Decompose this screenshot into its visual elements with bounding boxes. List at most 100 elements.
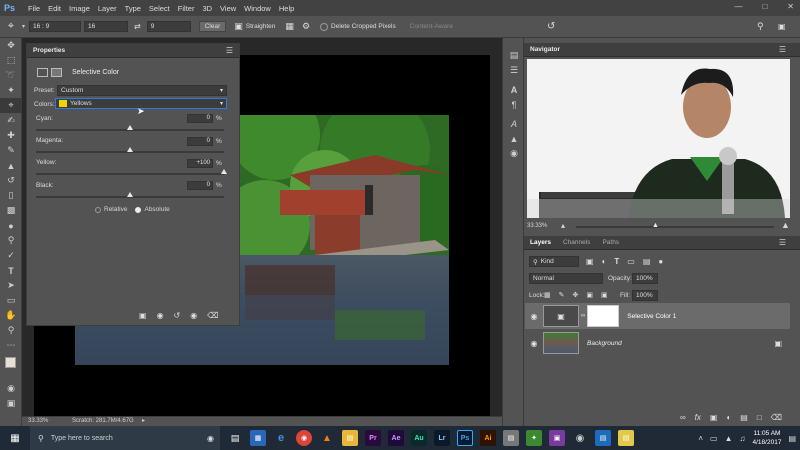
shape-filter-icon[interactable]: ▭ <box>627 257 635 266</box>
blend-mode-select[interactable]: Normal <box>529 273 603 284</box>
path-select-tool-icon[interactable]: ➤ <box>0 278 22 293</box>
adjustment-filter-icon[interactable]: ◐ <box>602 257 607 266</box>
photoshop-icon[interactable]: Ps <box>457 430 473 446</box>
network-icon[interactable]: ▲ <box>725 434 733 443</box>
panel-menu-icon[interactable]: ☰ <box>779 238 786 247</box>
link-layers-icon[interactable]: ∞ <box>680 413 686 422</box>
absolute-radio[interactable] <box>135 206 142 213</box>
pixel-filter-icon[interactable]: ▣ <box>586 257 594 266</box>
lightroom-icon[interactable]: Lr <box>434 430 450 446</box>
tab-channels[interactable]: Channels <box>563 239 590 246</box>
healing-tool-icon[interactable]: ✚ <box>0 128 22 143</box>
yellow-value[interactable]: +100 <box>187 159 213 168</box>
blur-tool-icon[interactable]: ● <box>0 218 22 233</box>
opacity-input[interactable]: 100% <box>632 273 658 284</box>
menu-select[interactable]: Select <box>149 4 170 13</box>
width-input[interactable]: 16 <box>84 21 129 32</box>
shape-tool-icon[interactable]: ▭ <box>0 293 22 308</box>
lock-all-icon[interactable]: ▣ <box>601 291 608 299</box>
dodge-tool-icon[interactable]: ⚲ <box>0 233 22 248</box>
menu-layer[interactable]: Layer <box>98 4 117 13</box>
navigator-preview[interactable] <box>527 59 790 218</box>
reset-icon[interactable]: ↺ <box>547 21 555 32</box>
paragraph-icon[interactable]: ¶ <box>503 97 525 112</box>
adjust-icon[interactable]: ☰ <box>503 63 525 78</box>
more-tools-icon[interactable]: ⋯ <box>0 338 22 353</box>
mask-icon[interactable] <box>51 68 62 77</box>
reset-icon[interactable]: ↺ <box>174 311 181 320</box>
menu-edit[interactable]: Edit <box>48 4 61 13</box>
gradient-tool-icon[interactable]: ▩ <box>0 203 22 218</box>
crop-tool-icon[interactable]: ⌖ <box>0 20 22 33</box>
layer-name[interactable]: Background <box>587 340 622 347</box>
app-icon[interactable]: ✦ <box>526 430 542 446</box>
file-explorer-icon[interactable]: ▤ <box>342 430 358 446</box>
straighten-icon[interactable]: ▣ <box>234 21 243 32</box>
link-icon[interactable]: ∞ <box>581 313 585 319</box>
magenta-value[interactable]: 0 <box>187 137 213 146</box>
zoom-out-icon[interactable]: ▴ <box>561 221 565 230</box>
app-icon[interactable]: ▤ <box>595 430 611 446</box>
close-icon[interactable]: ✕ <box>787 2 794 11</box>
layer-name[interactable]: Selective Color 1 <box>627 313 676 320</box>
straighten-label[interactable]: Straighten <box>246 23 276 30</box>
task-view-icon[interactable]: ▤ <box>227 430 243 446</box>
menu-file[interactable]: File <box>28 4 40 13</box>
crop-tool-icon[interactable]: ⌖ <box>0 98 22 113</box>
app-icon[interactable]: ◉ <box>572 430 588 446</box>
delete-cropped-checkbox[interactable] <box>320 22 329 31</box>
panel-menu-icon[interactable]: ☰ <box>779 45 786 54</box>
fx-icon[interactable]: fx <box>695 413 701 422</box>
height-input[interactable]: 9 <box>146 21 191 32</box>
menu-filter[interactable]: Filter <box>178 4 195 13</box>
foreground-color-swatch[interactable] <box>5 357 16 368</box>
screen-mode-icon[interactable]: ▣ <box>0 396 22 411</box>
chevron-right-icon[interactable]: ▸ <box>142 417 145 424</box>
kind-filter-select[interactable]: ⚲ Kind <box>529 256 579 267</box>
search-icon[interactable]: ⚲ <box>757 21 764 32</box>
sticky-notes-icon[interactable]: ▤ <box>618 430 634 446</box>
relative-radio[interactable] <box>95 206 101 213</box>
illustrator-icon[interactable]: Ai <box>480 430 496 446</box>
hand-tool-icon[interactable]: ✋ <box>0 308 22 323</box>
cyan-value[interactable]: 0 <box>187 114 213 123</box>
3d-icon[interactable]: ▲ <box>503 131 525 146</box>
black-slider-thumb[interactable] <box>127 192 133 197</box>
layer-row-background[interactable]: ◉ Background ▣ <box>525 330 790 356</box>
taskbar-search[interactable]: ⚲ Type here to search ◉ <box>30 426 220 450</box>
history-brush-tool-icon[interactable]: ↺ <box>0 173 22 188</box>
swap-icon[interactable]: ⇄ <box>134 22 141 31</box>
libraries-icon[interactable]: ◉ <box>503 146 525 161</box>
properties-tab[interactable]: Properties ☰ <box>27 44 239 58</box>
panel-menu-icon[interactable]: ☰ <box>226 46 233 55</box>
gear-icon[interactable]: ⚙ <box>302 21 310 32</box>
store-icon[interactable]: ▦ <box>250 430 266 446</box>
menu-image[interactable]: Image <box>69 4 90 13</box>
eraser-tool-icon[interactable]: ▯ <box>0 188 22 203</box>
history-icon[interactable]: ▤ <box>503 48 525 63</box>
black-value[interactable]: 0 <box>187 181 213 190</box>
app-icon[interactable]: ▣ <box>549 430 565 446</box>
zoom-tool-icon[interactable]: ⚲ <box>0 323 22 338</box>
cyan-slider-thumb[interactable] <box>127 125 133 130</box>
pen-tool-icon[interactable]: ✓ <box>0 248 22 263</box>
lock-position-icon[interactable]: ✥ <box>573 291 579 299</box>
brush-tool-icon[interactable]: ✎ <box>0 143 22 158</box>
menu-help[interactable]: Help <box>279 4 294 13</box>
lock-artboard-icon[interactable]: ▣ <box>586 291 593 299</box>
battery-icon[interactable]: ▭ <box>710 434 718 443</box>
clip-to-layer-icon[interactable]: ▣ <box>139 311 147 320</box>
yellow-slider-track[interactable] <box>36 173 224 175</box>
visibility-eye-icon[interactable]: ◉ <box>525 312 543 321</box>
tab-layers[interactable]: Layers <box>530 239 551 246</box>
audition-icon[interactable]: Au <box>411 430 427 446</box>
premiere-icon[interactable]: Pr <box>365 430 381 446</box>
smart-object-filter-icon[interactable]: ▤ <box>643 257 651 266</box>
layer-row-selective-color[interactable]: ◉ ▣ ∞ Selective Color 1 <box>525 303 790 329</box>
navigator-tab[interactable]: Navigator ☰ <box>524 43 800 57</box>
notifications-icon[interactable]: ▤ <box>788 434 796 443</box>
visibility-eye-icon[interactable]: ◉ <box>525 339 543 348</box>
menu-3d[interactable]: 3D <box>202 4 212 13</box>
ratio-select[interactable]: 16 : 9 <box>29 21 82 32</box>
navigator-zoom-slider[interactable] <box>576 226 774 228</box>
